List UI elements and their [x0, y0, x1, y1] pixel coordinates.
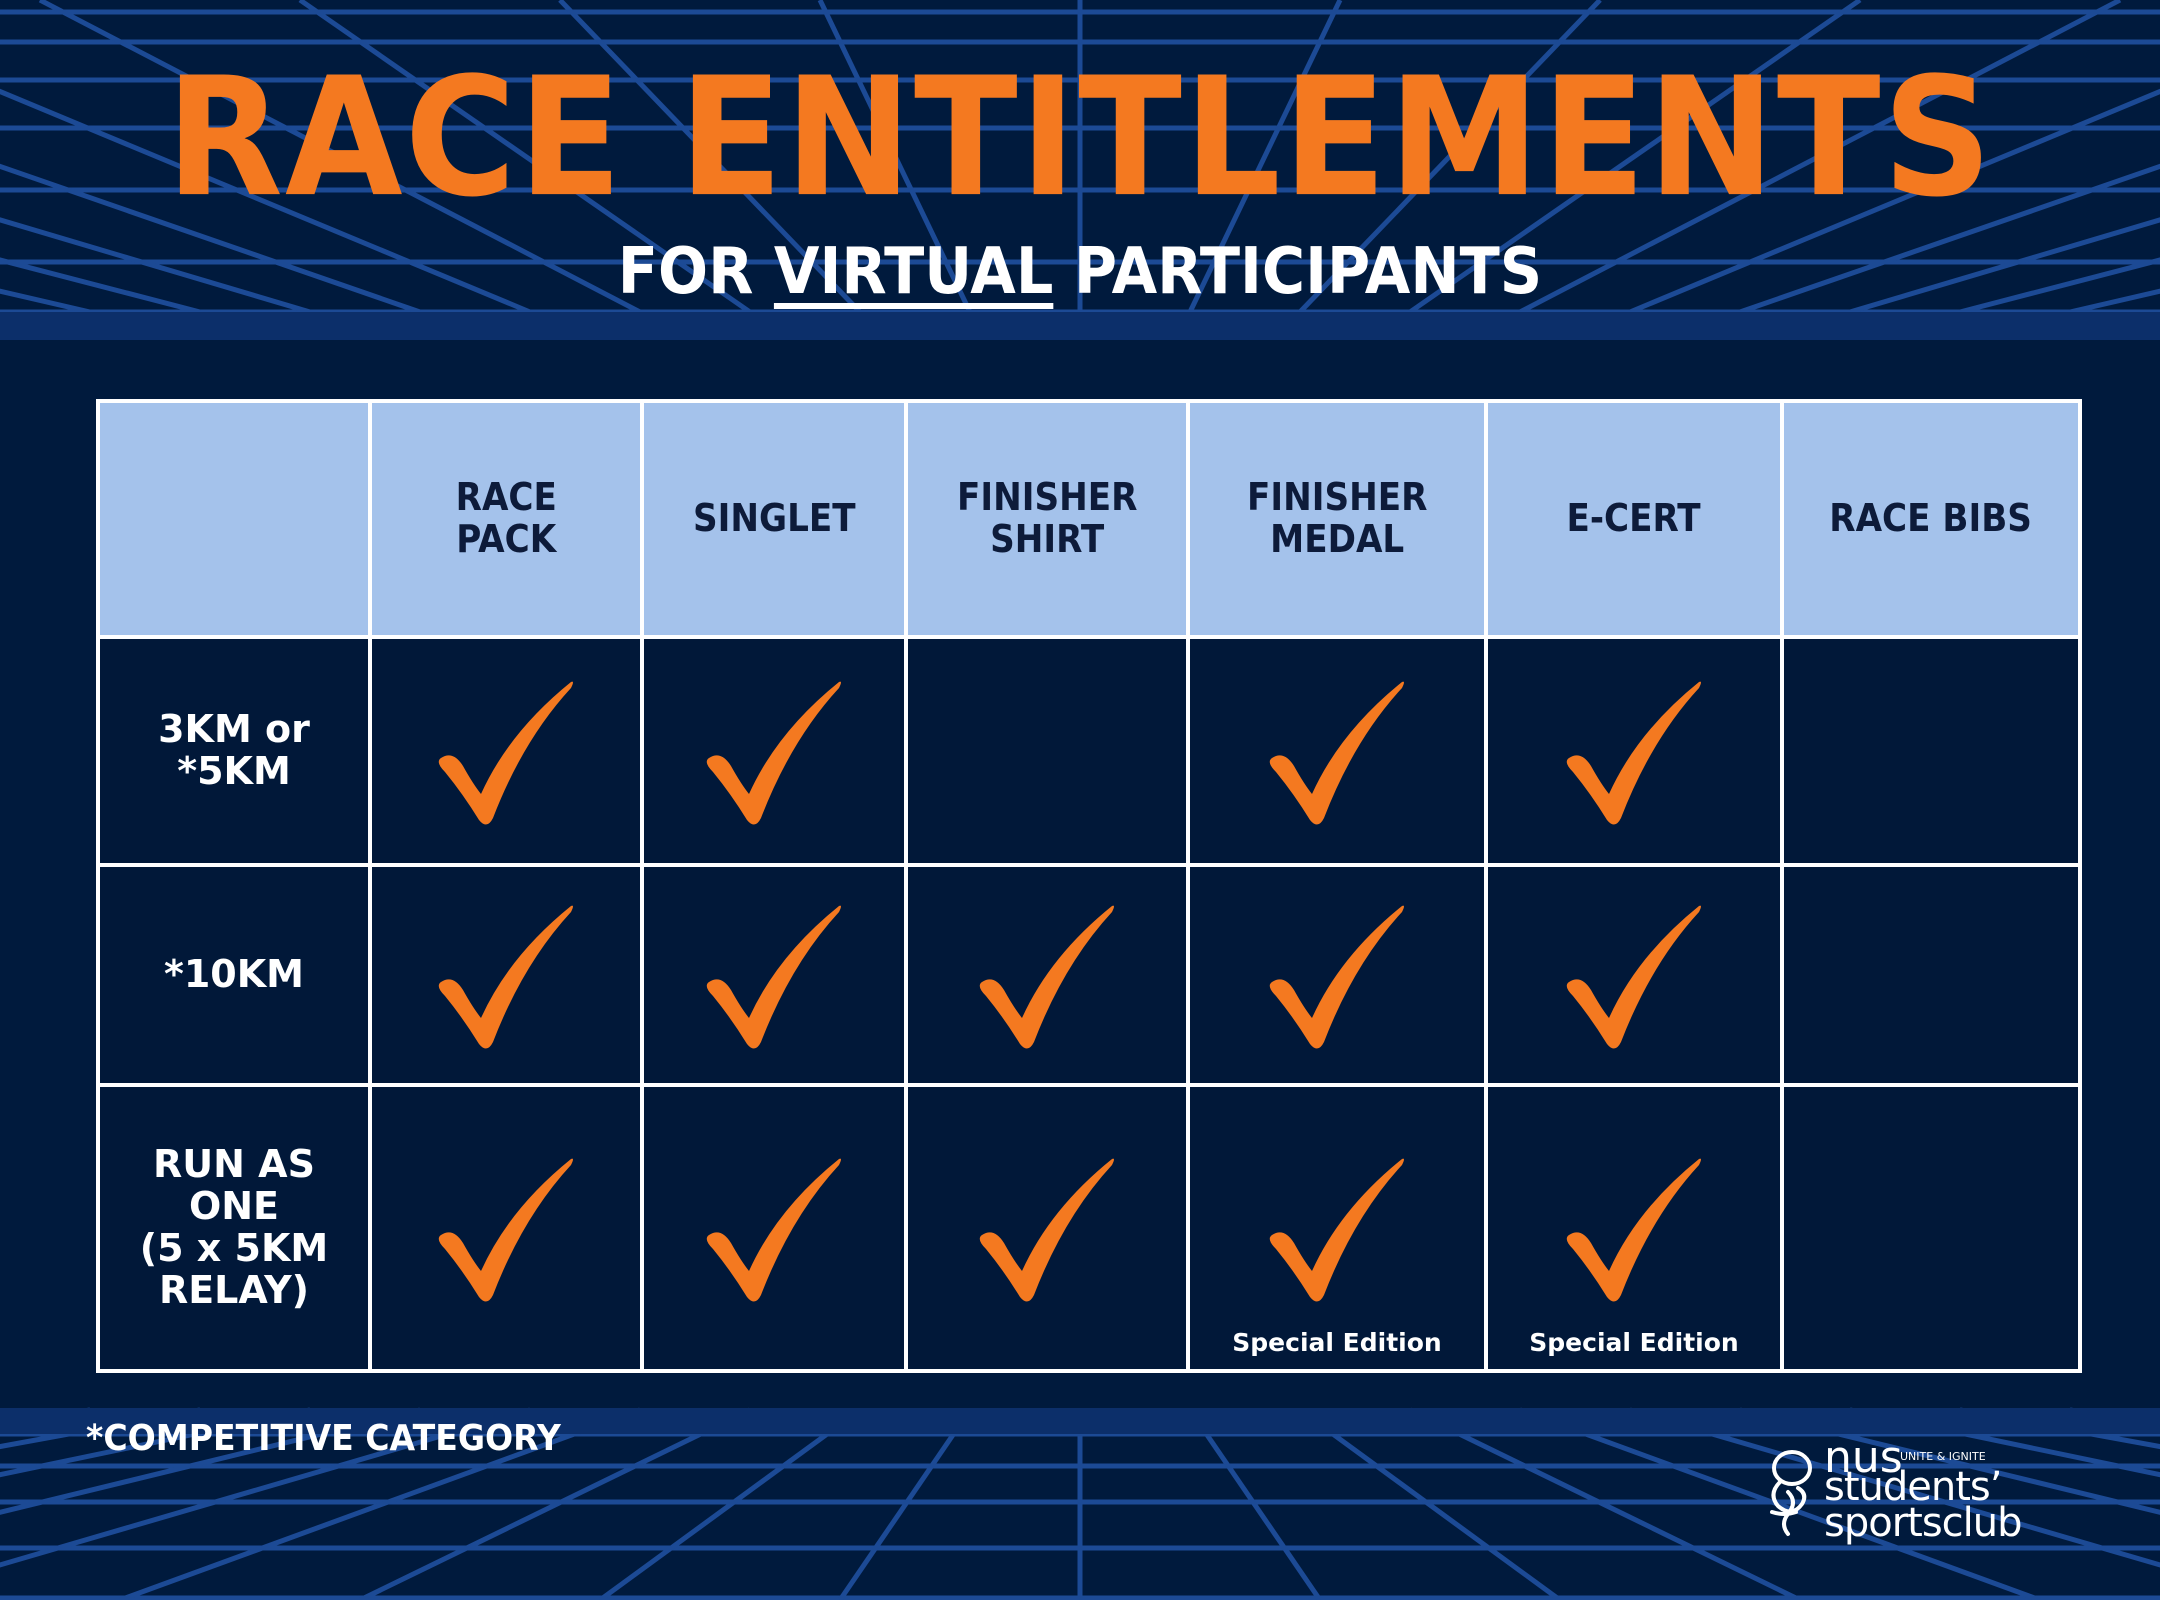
cell-note: Special Edition [1529, 1328, 1739, 1357]
logo-tagline: UNITE & IGNITE [1900, 1450, 1986, 1463]
subtitle-prefix: FOR [617, 235, 774, 309]
subtitle-suffix: PARTICIPANTS [1053, 235, 1543, 309]
row-label: RUN AS ONE (5 x 5KM RELAY) [96, 1083, 372, 1373]
header-row: RACE PACK SINGLET FINISHER SHIRT FINISHER M… [96, 399, 2082, 639]
entitlement-cell [1780, 863, 2082, 1087]
subtitle-virtual: VIRTUAL [773, 235, 1054, 309]
runner-logo-icon [1770, 1450, 1812, 1536]
entitlement-cell [904, 863, 1190, 1087]
entitlement-cell [1484, 635, 1784, 867]
column-header: FINISHER MEDAL [1186, 399, 1488, 639]
column-header: RACE PACK [368, 399, 644, 639]
checkmark-icon [979, 1158, 1114, 1302]
checkmark-icon [706, 1158, 841, 1302]
entitlements-table: RACE PACK SINGLET FINISHER SHIRT FINISHER M… [96, 399, 2082, 1373]
entitlement-cell [1186, 635, 1488, 867]
checkmark-icon [1269, 905, 1404, 1049]
checkmark-icon [1269, 1158, 1404, 1302]
column-header: RACE BIBS [1780, 399, 2082, 639]
entitlement-cell: Special Edition [1484, 1083, 1784, 1373]
table-row: *10KM [96, 863, 2082, 1087]
checkmark-icon [1566, 1158, 1701, 1302]
nus-ssc-logo: nus UNITE & IGNITE students’ sportsclub [1758, 1432, 2058, 1548]
checkmark-icon [706, 681, 841, 825]
column-header-label: FINISHER SHIRT [956, 475, 1138, 561]
footnote: *COMPETITIVE CATEGORY [86, 1418, 561, 1459]
column-header: FINISHER SHIRT [904, 399, 1190, 639]
logo-sportsclub: sportsclub [1824, 1500, 2023, 1546]
header-corner [96, 399, 372, 639]
column-header: E-CERT [1484, 399, 1784, 639]
column-header: SINGLET [640, 399, 908, 639]
entitlement-cell [1186, 863, 1488, 1087]
page-subtitle: FOR VIRTUAL PARTICIPANTS [86, 240, 2073, 304]
column-header-label: E-CERT [1566, 496, 1702, 541]
entitlement-cell [904, 1083, 1190, 1373]
entitlement-cell [368, 635, 644, 867]
checkmark-icon [438, 681, 573, 825]
checkmark-icon [438, 1158, 573, 1302]
page-title: RACE ENTITLEMENTS [165, 41, 1995, 234]
column-header-label: RACE PACK [455, 475, 557, 561]
entitlement-cell [368, 1083, 644, 1373]
entitlement-cell [368, 863, 644, 1087]
checkmark-icon [979, 905, 1114, 1049]
entitlement-cell [904, 635, 1190, 867]
cell-note: Special Edition [1232, 1328, 1442, 1357]
checkmark-icon [438, 905, 573, 1049]
entitlement-cell [640, 635, 908, 867]
checkmark-icon [1269, 681, 1404, 825]
entitlement-cell [640, 1083, 908, 1373]
table-row: RUN AS ONE (5 x 5KM RELAY) Special Edition Sp… [96, 1083, 2082, 1373]
column-header-label: FINISHER MEDAL [1246, 475, 1428, 561]
entitlement-cell: Special Edition [1186, 1083, 1488, 1373]
checkmark-icon [1566, 681, 1701, 825]
row-label: *10KM [96, 863, 372, 1087]
entitlement-cell [640, 863, 908, 1087]
entitlement-cell [1780, 1083, 2082, 1373]
checkmark-icon [706, 905, 841, 1049]
entitlement-cell [1780, 635, 2082, 867]
entitlement-cell [1484, 863, 1784, 1087]
row-label: 3KM or *5KM [96, 635, 372, 867]
column-header-label: RACE BIBS [1829, 496, 2033, 541]
checkmark-icon [1566, 905, 1701, 1049]
column-header-label: SINGLET [692, 496, 856, 541]
table-row: 3KM or *5KM [96, 635, 2082, 867]
